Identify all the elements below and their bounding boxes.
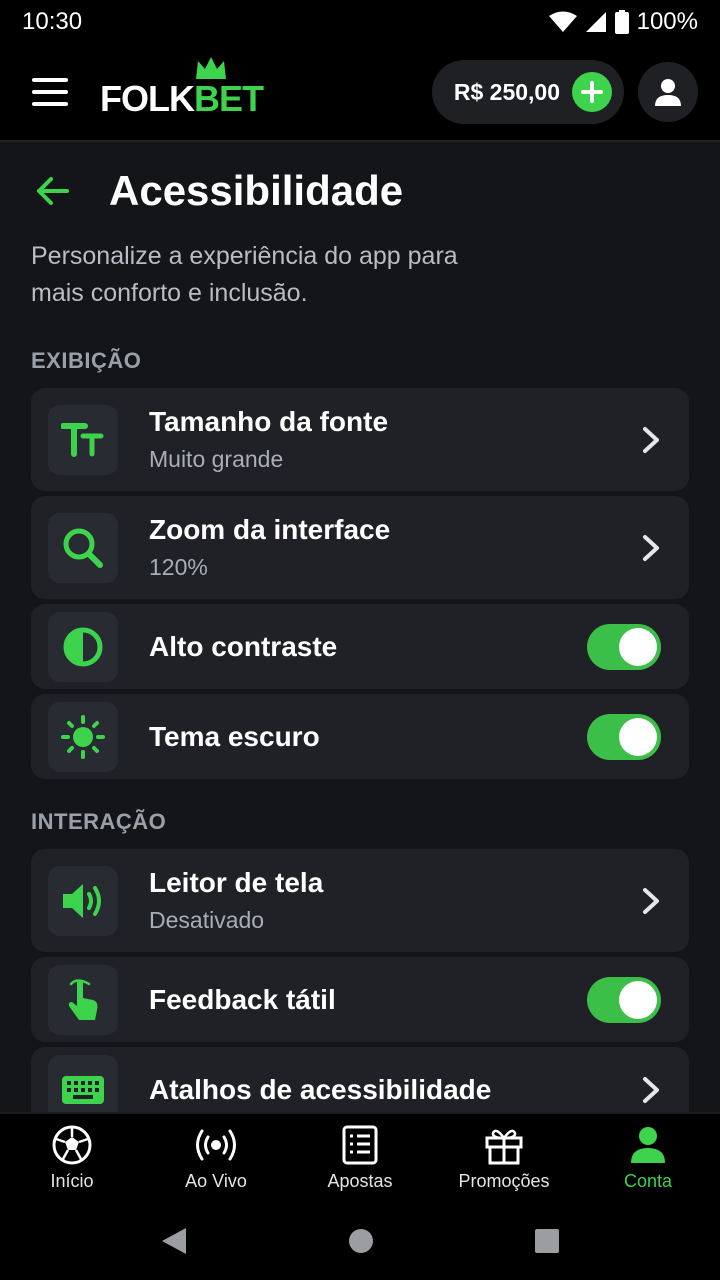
menu-button[interactable] xyxy=(32,78,68,106)
chevron-right-icon xyxy=(643,426,659,453)
zoom-value: 120% xyxy=(149,554,208,580)
back-triangle-icon[interactable] xyxy=(160,1226,188,1256)
high-contrast-toggle[interactable] xyxy=(587,623,661,670)
dark-theme-toggle[interactable] xyxy=(587,713,661,760)
nav-item-apostas[interactable]: Apostas xyxy=(290,1125,430,1192)
crown-icon xyxy=(196,57,226,79)
search-icon xyxy=(63,528,103,568)
screen-reader-setting[interactable]: Leitor de tela Desativado xyxy=(31,849,689,952)
screen-reader-value: Desativado xyxy=(149,907,265,933)
page-description: Personalize a experiência do app para ma… xyxy=(31,242,458,307)
soccer-ball-icon xyxy=(52,1125,92,1164)
sun-icon xyxy=(61,714,105,759)
touch-hand-icon xyxy=(68,978,98,1020)
dark-theme-title: Tema escuro xyxy=(149,720,320,752)
haptic-feedback-title: Feedback tátil xyxy=(149,983,336,1015)
page-title: Acessibilidade xyxy=(109,167,404,214)
status-bar: 10:30 100% xyxy=(0,0,720,44)
haptic-feedback-setting: Feedback tátil xyxy=(31,957,689,1042)
app-header: FOLKBET R$ 250,00 xyxy=(0,44,720,142)
nav-item-inicio[interactable]: Início xyxy=(2,1125,142,1192)
section-label-display: EXIBIÇÃO xyxy=(31,348,142,373)
keyboard-icon xyxy=(62,1075,104,1104)
nav-item-conta[interactable]: Conta xyxy=(578,1125,718,1192)
accessibility-shortcuts-setting[interactable]: Atalhos de acessibilidade xyxy=(31,1047,689,1112)
system-navigation-bar xyxy=(0,1202,720,1280)
screen-reader-title: Leitor de tela xyxy=(149,867,324,898)
accessibility-content: Acessibilidade Personalize a experiência… xyxy=(0,142,720,1112)
font-size-setting[interactable]: Tamanho da fonte Muito grande xyxy=(31,388,689,491)
dark-theme-setting: Tema escuro xyxy=(31,694,689,779)
section-label-interaction: INTERAÇÃO xyxy=(31,809,167,834)
font-size-title: Tamanho da fonte xyxy=(149,406,389,437)
add-funds-icon[interactable] xyxy=(572,72,612,112)
text-size-icon xyxy=(61,422,104,457)
profile-avatar-button[interactable] xyxy=(638,62,698,122)
high-contrast-setting: Alto contraste xyxy=(31,604,689,689)
balance-amount: R$ 250,00 xyxy=(453,78,560,105)
speaker-icon xyxy=(63,883,101,918)
battery-level: 100% xyxy=(636,8,698,35)
arrow-left-icon xyxy=(37,177,69,205)
bet-slip-icon xyxy=(342,1125,378,1164)
accessibility-shortcuts-title: Atalhos de acessibilidade xyxy=(149,1073,492,1105)
chevron-right-icon xyxy=(643,534,659,561)
back-button[interactable] xyxy=(35,169,79,213)
nav-item-ao-vivo[interactable]: Ao Vivo xyxy=(146,1125,286,1192)
wifi-icon xyxy=(548,11,577,32)
person-icon xyxy=(655,79,681,106)
home-circle-icon[interactable] xyxy=(348,1228,374,1254)
person-icon xyxy=(631,1126,665,1163)
contrast-icon xyxy=(63,627,103,666)
chevron-right-icon xyxy=(643,887,659,914)
live-broadcast-icon xyxy=(196,1129,236,1160)
haptic-feedback-toggle[interactable] xyxy=(587,976,661,1023)
signal-icon xyxy=(585,12,606,32)
battery-icon xyxy=(614,10,629,34)
zoom-setting[interactable]: Zoom da interface 120% xyxy=(31,496,689,599)
nav-item-promocoes[interactable]: Promoções xyxy=(434,1125,574,1192)
status-time: 10:30 xyxy=(22,8,83,35)
balance-button[interactable]: R$ 250,00 xyxy=(431,60,624,124)
font-size-value: Muito grande xyxy=(149,446,284,472)
gift-icon xyxy=(485,1129,523,1164)
recents-square-icon[interactable] xyxy=(534,1228,560,1254)
folkbet-logo[interactable]: FOLKBET xyxy=(100,57,264,117)
zoom-title: Zoom da interface xyxy=(149,514,391,545)
high-contrast-title: Alto contraste xyxy=(149,630,338,662)
bottom-navigation: Início Ao Vivo Apostas Promoções Conta xyxy=(0,1112,720,1202)
chevron-right-icon xyxy=(643,1076,659,1103)
